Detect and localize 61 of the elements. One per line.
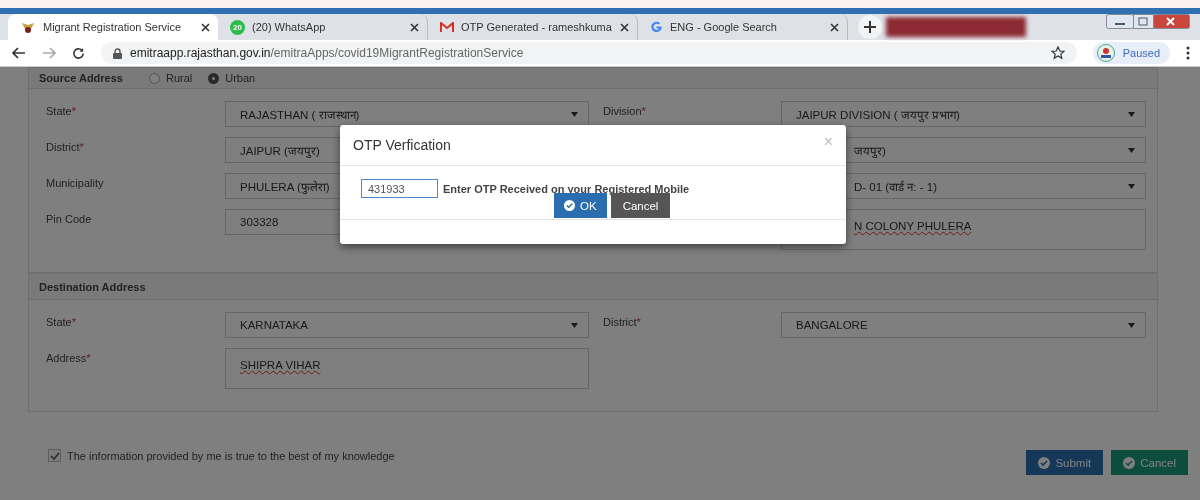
caret-icon [571, 322, 578, 328]
cancel-button[interactable]: Cancel [610, 193, 671, 218]
tab-title: OTP Generated - rameshkuma [461, 21, 613, 33]
otp-input[interactable]: 431933 [361, 179, 438, 198]
select-field[interactable]: KARNATAKA [225, 312, 589, 338]
field-label: District* [602, 315, 642, 330]
envelope-icon [440, 21, 454, 33]
reload-icon[interactable] [72, 46, 85, 60]
ok-button[interactable]: OK [554, 193, 607, 218]
caret-icon [1128, 322, 1135, 328]
new-tab-icon[interactable] [858, 15, 882, 39]
radio-label: Rural [165, 72, 193, 84]
close-icon[interactable] [620, 22, 629, 32]
close-icon[interactable] [201, 22, 210, 32]
menu-icon[interactable] [1186, 46, 1190, 60]
caret-icon [1128, 147, 1135, 153]
caret-icon [571, 111, 578, 117]
check-circle-icon [1038, 456, 1051, 469]
check-icon [49, 451, 60, 460]
section-title: Source Address [39, 72, 123, 84]
tab-title: Migrant Registration Service [43, 21, 183, 33]
checkbox[interactable] [48, 449, 61, 462]
declaration-text: The information provided by me is true to the best of my knowledge [67, 449, 395, 462]
section-title: Destination Address [39, 280, 146, 293]
field-label: State* [46, 315, 77, 330]
address-bar[interactable]: emitraapp.rajasthan.gov.in/emitraApps/covid19MigrantRegistrationService [101, 42, 1077, 64]
field-label: State* [46, 104, 77, 119]
field-label: Division* [602, 104, 647, 119]
radio-button[interactable] [148, 72, 160, 84]
avatar-icon [1096, 44, 1115, 62]
textarea-field[interactable]: SHIPRA VIHAR [225, 348, 589, 389]
select-field[interactable]: BANGALORE [781, 312, 1146, 338]
check-circle-icon [564, 200, 575, 211]
star-icon[interactable] [1050, 46, 1065, 60]
back-icon[interactable] [12, 47, 26, 59]
close-icon[interactable] [830, 22, 839, 32]
tab-title: ENG - Google Search [670, 21, 778, 33]
radio-button[interactable] [208, 72, 220, 84]
select-field[interactable]: RAJASTHAN ( राजस्थान) [225, 101, 589, 127]
field-label: Municipality [46, 176, 105, 191]
caret-icon [1128, 111, 1135, 117]
radio-label: Urban [225, 72, 256, 84]
lock-icon [113, 47, 122, 59]
caret-icon [1128, 183, 1135, 189]
dialog-title: OTP Verfication [353, 137, 451, 153]
emblem-icon [20, 20, 36, 34]
window-controls-icon[interactable] [1106, 14, 1190, 29]
field-label: Pin Code [46, 212, 93, 227]
tab-title: (20) WhatsApp [252, 21, 327, 33]
field-label: Address* [46, 351, 92, 366]
browser-tab[interactable]: Migrant Registration Service [8, 14, 218, 40]
select-field[interactable]: JAIPUR DIVISION ( जयपुर प्रभाग) [781, 101, 1146, 127]
count-badge: 20 [230, 19, 245, 35]
url-text: emitraapp.rajasthan.gov.in/emitraApps/covid19MigrantRegistrationService [130, 46, 525, 60]
close-icon[interactable] [410, 22, 419, 32]
profile-button[interactable]: Paused [1092, 42, 1170, 64]
letter-g-icon [650, 20, 663, 34]
field-label: District* [46, 140, 85, 155]
submit-button[interactable]: Submit [1026, 450, 1104, 475]
cancel-button[interactable]: Cancel [1111, 450, 1188, 475]
check-circle-icon [1123, 456, 1136, 469]
